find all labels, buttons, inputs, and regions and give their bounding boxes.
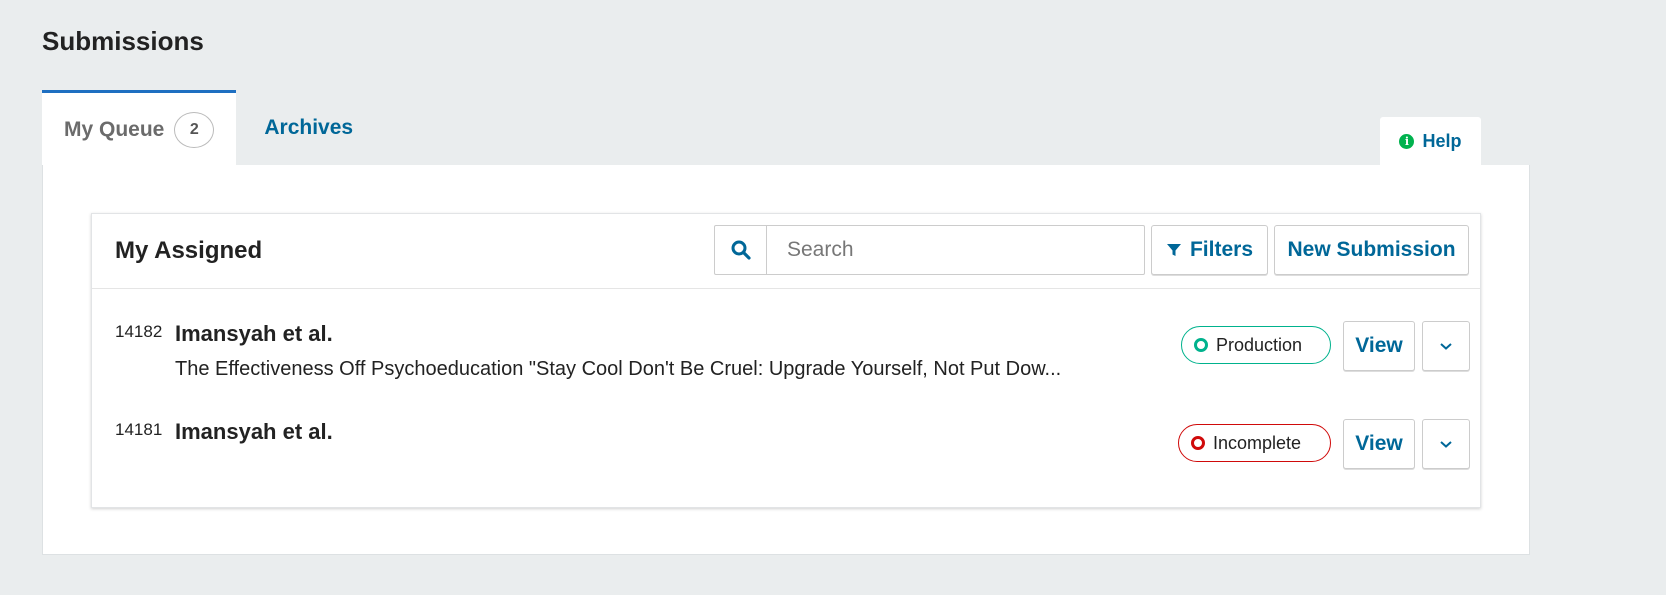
view-button[interactable]: View: [1343, 321, 1415, 371]
submissions-list: My Assigned Filters New Submission: [91, 213, 1481, 508]
status-dot-icon: [1191, 436, 1205, 450]
tab-my-queue-label: My Queue: [64, 117, 165, 141]
filters-button[interactable]: Filters: [1151, 225, 1268, 275]
status-badge: Incomplete: [1178, 424, 1331, 462]
chevron-down-icon: [1440, 343, 1452, 350]
submission-title: The Effectiveness Off Psychoeducation "S…: [175, 358, 1062, 380]
search-box: [714, 225, 1145, 275]
filter-icon: [1166, 244, 1181, 256]
search-icon[interactable]: [715, 226, 767, 274]
help-label: Help: [1422, 131, 1462, 151]
page-title: Submissions: [42, 26, 204, 56]
info-icon: i: [1399, 134, 1415, 149]
list-title: My Assigned: [115, 237, 263, 264]
chevron-down-icon: [1440, 441, 1452, 448]
expand-button[interactable]: [1422, 419, 1470, 469]
new-submission-button[interactable]: New Submission: [1274, 225, 1469, 275]
status-label: Production: [1216, 334, 1303, 355]
queue-count-badge: 2: [174, 111, 215, 148]
help-button[interactable]: i Help: [1380, 117, 1481, 166]
tab-panel: My Assigned Filters New Submission: [42, 165, 1530, 555]
list-item: 14181 Imansyah et al. Incomplete View: [92, 388, 1480, 484]
tab-bar: My Queue 2 Archives: [42, 90, 375, 166]
status-badge: Production: [1181, 326, 1331, 364]
view-button[interactable]: View: [1343, 419, 1415, 469]
submission-id: 14182: [115, 322, 163, 341]
list-header: My Assigned Filters New Submission: [92, 214, 1480, 289]
search-input[interactable]: [767, 226, 1144, 274]
new-submission-label: New Submission: [1287, 238, 1456, 261]
submission-author: Imansyah et al.: [175, 419, 333, 444]
filters-label: Filters: [1189, 238, 1254, 261]
submission-author: Imansyah et al.: [175, 321, 333, 346]
tab-archives[interactable]: Archives: [236, 90, 375, 166]
tab-my-queue[interactable]: My Queue 2: [42, 90, 237, 166]
expand-button[interactable]: [1422, 321, 1470, 371]
status-label: Incomplete: [1213, 432, 1302, 453]
list-item: 14182 Imansyah et al. The Effectiveness …: [92, 290, 1480, 386]
status-dot-icon: [1194, 338, 1208, 352]
view-label: View: [1355, 432, 1403, 455]
tab-archives-label: Archives: [264, 116, 354, 139]
submission-id: 14181: [115, 420, 163, 439]
view-label: View: [1355, 334, 1403, 357]
